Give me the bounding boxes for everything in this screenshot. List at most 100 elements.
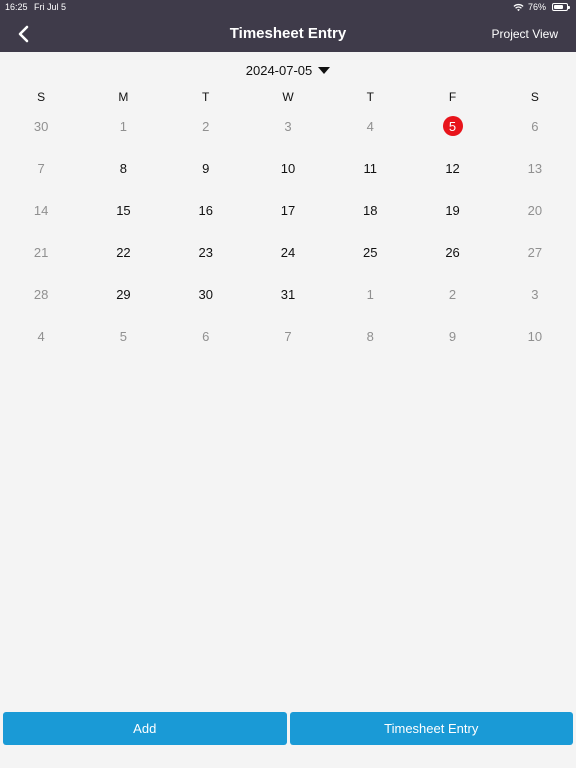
add-button[interactable]: Add xyxy=(3,712,287,745)
calendar-day[interactable]: 28 xyxy=(0,284,82,304)
selected-date: 2024-07-05 xyxy=(245,63,313,78)
calendar-day[interactable]: 4 xyxy=(329,116,411,136)
calendar-day[interactable]: 18 xyxy=(329,200,411,220)
calendar-week: 4 5 6 7 8 9 10 xyxy=(0,326,576,368)
day-number: 23 xyxy=(198,244,213,260)
calendar-day[interactable]: 23 xyxy=(165,242,247,262)
calendar-day[interactable]: 12 xyxy=(411,158,493,178)
day-number: 15 xyxy=(116,202,131,218)
day-number: 27 xyxy=(527,244,543,260)
calendar-day[interactable]: 5 xyxy=(82,326,164,346)
day-number: 4 xyxy=(37,328,45,344)
status-indicators: 76% xyxy=(513,2,570,12)
calendar-day[interactable]: 8 xyxy=(329,326,411,346)
calendar-day[interactable]: 4 xyxy=(0,326,82,346)
day-number: 10 xyxy=(527,328,543,344)
calendar-day[interactable]: 25 xyxy=(329,242,411,262)
calendar-week: 30 1 2 3 4 5 6 xyxy=(0,116,576,158)
calendar-day[interactable]: 10 xyxy=(247,158,329,178)
day-number: 13 xyxy=(527,160,543,176)
calendar-day[interactable]: 3 xyxy=(494,284,576,304)
day-number: 1 xyxy=(119,118,128,134)
weekday-label: S xyxy=(530,90,539,104)
calendar-day[interactable]: 1 xyxy=(329,284,411,304)
weekday-label: W xyxy=(282,90,294,104)
calendar-day[interactable]: 31 xyxy=(247,284,329,304)
calendar-day[interactable]: 2 xyxy=(165,116,247,136)
weekday-label: T xyxy=(202,90,210,104)
weekday-label: S xyxy=(37,90,46,104)
calendar-day-selected[interactable]: 5 xyxy=(411,116,493,136)
calendar-day[interactable]: 26 xyxy=(411,242,493,262)
calendar-day[interactable]: 24 xyxy=(247,242,329,262)
calendar-day[interactable]: 30 xyxy=(0,116,82,136)
day-number: 29 xyxy=(116,286,131,302)
calendar-day[interactable]: 1 xyxy=(82,116,164,136)
day-number: 25 xyxy=(363,244,378,260)
timesheet-entry-button[interactable]: Timesheet Entry xyxy=(289,712,573,745)
project-view-button[interactable]: Project View xyxy=(492,27,558,41)
date-picker: 2024-07-05 xyxy=(0,63,576,78)
day-number: 6 xyxy=(531,118,539,134)
calendar-day[interactable]: 17 xyxy=(247,200,329,220)
nav-bar: Timesheet Entry Project View xyxy=(0,14,576,52)
day-number: 22 xyxy=(116,244,131,260)
weekday-header: SMTWTFS xyxy=(0,90,576,104)
day-number: 3 xyxy=(531,286,539,302)
day-number: 11 xyxy=(363,160,378,176)
day-number: 2 xyxy=(448,286,457,302)
day-number: 26 xyxy=(445,244,460,260)
status-time: 16:25 xyxy=(5,2,28,12)
calendar-day[interactable]: 2 xyxy=(411,284,493,304)
calendar-day[interactable]: 9 xyxy=(411,326,493,346)
calendar-day[interactable]: 3 xyxy=(247,116,329,136)
day-number: 12 xyxy=(445,160,460,176)
calendar-week: 28 29 30 31 1 2 3 xyxy=(0,284,576,326)
day-number: 21 xyxy=(33,244,49,260)
calendar-day[interactable]: 6 xyxy=(494,116,576,136)
calendar-day[interactable]: 15 xyxy=(82,200,164,220)
calendar-day[interactable]: 19 xyxy=(411,200,493,220)
calendar-day[interactable]: 29 xyxy=(82,284,164,304)
day-number: 14 xyxy=(33,202,49,218)
calendar-day[interactable]: 11 xyxy=(329,158,411,178)
calendar-day[interactable]: 13 xyxy=(494,158,576,178)
page-title: Timesheet Entry xyxy=(229,25,347,42)
calendar-day[interactable]: 27 xyxy=(494,242,576,262)
date-dropdown[interactable]: 2024-07-05 xyxy=(246,63,331,78)
weekday-label: F xyxy=(448,90,457,104)
calendar-day[interactable]: 21 xyxy=(0,242,82,262)
day-number: 7 xyxy=(37,160,45,176)
calendar-day[interactable]: 16 xyxy=(165,200,247,220)
status-date: Fri Jul 5 xyxy=(34,2,67,12)
day-number: 28 xyxy=(33,286,49,302)
calendar-day[interactable]: 22 xyxy=(82,242,164,262)
calendar-day[interactable]: 7 xyxy=(0,158,82,178)
day-number: 5 xyxy=(119,328,128,344)
calendar-week: 21 22 23 24 25 26 27 xyxy=(0,242,576,284)
calendar-day[interactable]: 14 xyxy=(0,200,82,220)
day-number: 7 xyxy=(284,328,292,344)
day-number: 2 xyxy=(202,118,210,134)
calendar-day[interactable]: 7 xyxy=(247,326,329,346)
day-number: 10 xyxy=(280,160,296,176)
day-number: 8 xyxy=(119,160,128,176)
battery-fill xyxy=(554,5,563,9)
day-number: 17 xyxy=(280,202,296,218)
day-number: 18 xyxy=(363,202,378,218)
day-number: 19 xyxy=(445,202,460,218)
caret-down-icon xyxy=(318,67,331,74)
day-number: 3 xyxy=(284,118,292,134)
calendar-day[interactable]: 20 xyxy=(494,200,576,220)
day-number: 9 xyxy=(202,160,210,176)
calendar-grid: 30 1 2 3 4 5 6 7 8 9 10 11 12 13 14 15 16 17 18 19 20 21 22 23 2… xyxy=(0,116,576,368)
day-number: 1 xyxy=(366,286,374,302)
calendar-day[interactable]: 30 xyxy=(165,284,247,304)
calendar-day[interactable]: 9 xyxy=(165,158,247,178)
day-number: 4 xyxy=(366,118,374,134)
calendar-day[interactable]: 6 xyxy=(165,326,247,346)
weekday-label: T xyxy=(366,90,374,104)
calendar-day[interactable]: 8 xyxy=(82,158,164,178)
day-number: 9 xyxy=(448,328,457,344)
calendar-day[interactable]: 10 xyxy=(494,326,576,346)
